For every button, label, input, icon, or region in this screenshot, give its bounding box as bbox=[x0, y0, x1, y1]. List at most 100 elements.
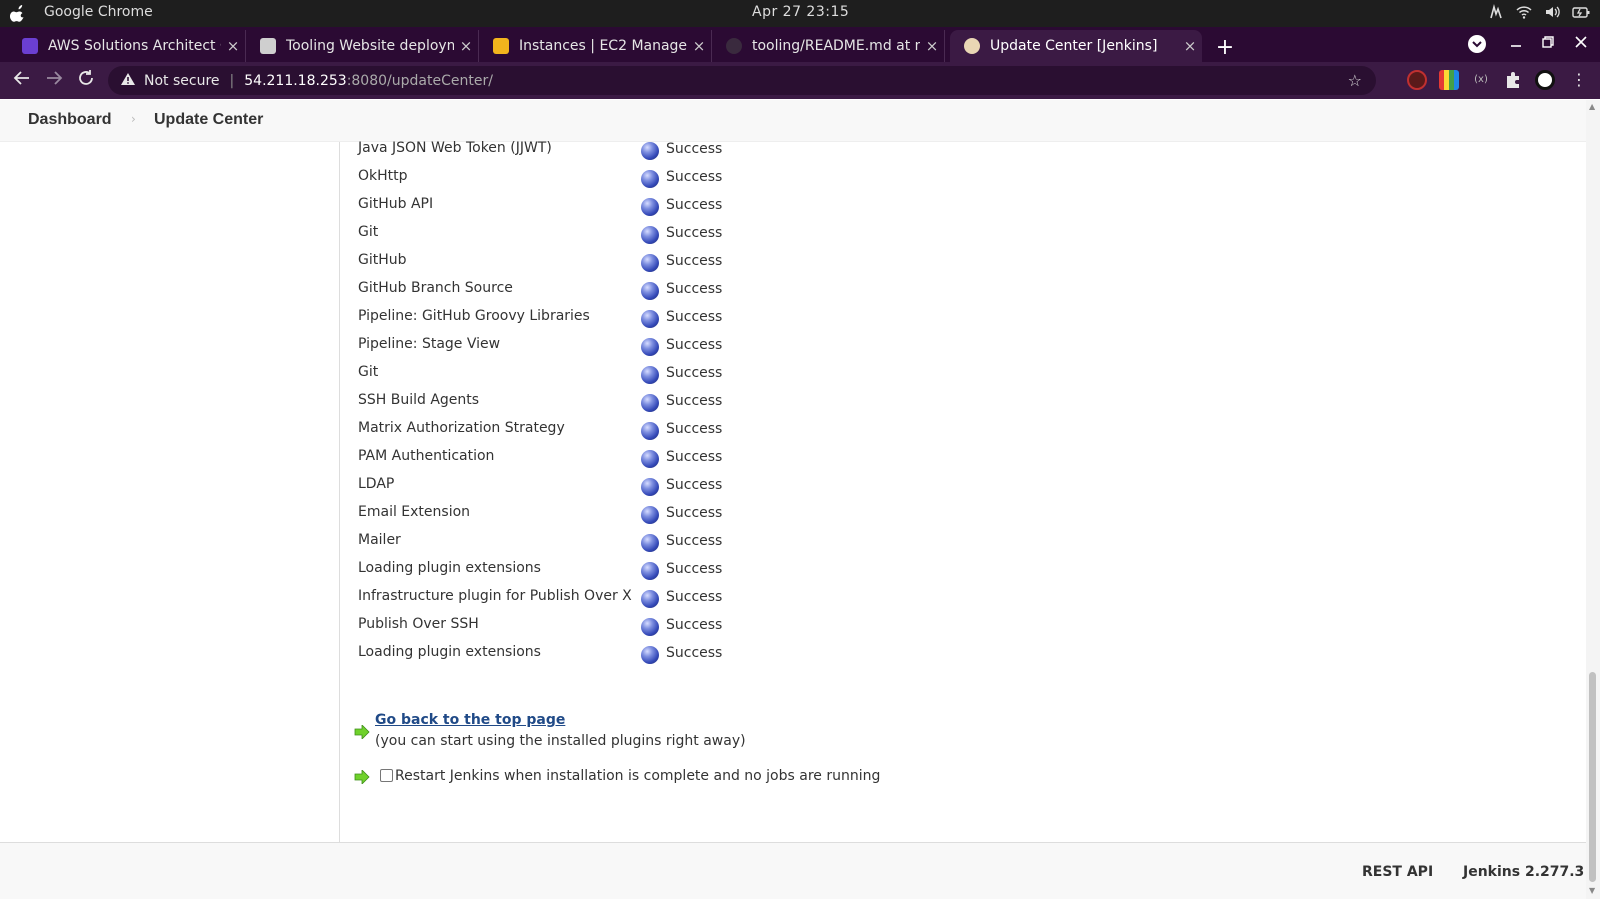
restart-jenkins-label[interactable]: Restart Jenkins when installation is com… bbox=[395, 768, 880, 784]
page-scrollbar[interactable]: ▲ ▼ bbox=[1586, 100, 1600, 899]
plugin-name: Git bbox=[358, 224, 379, 240]
plugin-status: Success bbox=[666, 253, 723, 269]
aws-course-favicon-icon bbox=[22, 38, 38, 54]
plugin-name: Infrastructure plugin for Publish Over X bbox=[358, 588, 632, 604]
breadcrumb-update-center[interactable]: Update Center bbox=[154, 111, 263, 129]
status-ball-icon bbox=[641, 450, 659, 468]
tab-github-readme[interactable]: tooling/README.md at m × bbox=[712, 30, 945, 62]
close-window-icon[interactable] bbox=[1575, 36, 1587, 52]
url-path: :8080/updateCenter/ bbox=[346, 72, 493, 89]
scrollbar-thumb[interactable] bbox=[1589, 672, 1596, 882]
close-tab-icon[interactable]: × bbox=[454, 37, 478, 55]
aws-cube-favicon-icon bbox=[493, 38, 509, 54]
plugin-status: Success bbox=[666, 197, 723, 213]
activity-icon[interactable] bbox=[1488, 4, 1504, 20]
status-ball-icon bbox=[641, 478, 659, 496]
tab-title: Update Center [Jenkins] bbox=[990, 38, 1158, 54]
volume-icon[interactable] bbox=[1544, 4, 1560, 20]
plugin-status: Success bbox=[666, 533, 723, 549]
go-back-top-page-link[interactable]: Go back to the top page bbox=[375, 712, 565, 728]
restart-jenkins-checkbox[interactable] bbox=[380, 769, 393, 782]
not-secure-warning-icon[interactable] bbox=[120, 72, 136, 90]
top-page-hint: (you can start using the installed plugi… bbox=[375, 733, 746, 749]
plugin-status: Success bbox=[666, 393, 723, 409]
apple-icon[interactable] bbox=[10, 5, 26, 22]
jenkins-version-link[interactable]: Jenkins 2.277.3 bbox=[1463, 864, 1584, 880]
plugin-name: Mailer bbox=[358, 532, 401, 548]
status-ball-icon bbox=[641, 590, 659, 608]
status-ball-icon bbox=[641, 310, 659, 328]
plugin-status: Success bbox=[666, 141, 723, 157]
scroll-up-arrow-icon[interactable]: ▲ bbox=[1589, 102, 1595, 111]
restore-window-icon[interactable] bbox=[1542, 36, 1554, 52]
address-divider: | bbox=[229, 72, 235, 89]
address-bar[interactable]: Not secure | 54.211.18.253 :8080/updateC… bbox=[108, 66, 1376, 95]
browser-menu-icon[interactable]: ⋮ bbox=[1569, 70, 1589, 90]
plugin-status: Success bbox=[666, 561, 723, 577]
extension-color-icon[interactable] bbox=[1439, 70, 1459, 90]
tab-update-center-jenkins[interactable]: Update Center [Jenkins] × bbox=[950, 30, 1202, 62]
clock[interactable]: Apr 27 23:15 bbox=[752, 4, 849, 20]
battery-icon[interactable] bbox=[1572, 4, 1590, 20]
minimize-window-icon[interactable] bbox=[1510, 36, 1522, 52]
plugin-row: Loading plugin extensions Success bbox=[358, 644, 778, 672]
breadcrumb-dashboard[interactable]: Dashboard bbox=[28, 111, 112, 129]
close-tab-icon[interactable]: × bbox=[221, 37, 245, 55]
plugin-row: Pipeline: GitHub Groovy Libraries Succes… bbox=[358, 308, 778, 336]
plugin-name: Git bbox=[358, 364, 379, 380]
tab-title: Tooling Website deploym bbox=[286, 38, 454, 54]
status-ball-icon bbox=[641, 394, 659, 412]
tab-title: tooling/README.md at m bbox=[752, 38, 920, 54]
plugin-status: Success bbox=[666, 449, 723, 465]
bookmark-star-icon[interactable]: ☆ bbox=[1348, 71, 1362, 90]
side-panel bbox=[0, 142, 340, 842]
tab-ec2-instances[interactable]: Instances | EC2 Managem × bbox=[479, 30, 712, 62]
tab-search-icon[interactable] bbox=[1467, 34, 1487, 58]
close-tab-icon[interactable]: × bbox=[1178, 37, 1202, 55]
plugin-name: Pipeline: GitHub Groovy Libraries bbox=[358, 308, 590, 324]
plugin-name: SSH Build Agents bbox=[358, 392, 480, 408]
plugin-row: Infrastructure plugin for Publish Over X… bbox=[358, 588, 778, 616]
status-ball-icon bbox=[641, 254, 659, 272]
new-tab-plus-icon[interactable]: + bbox=[1211, 35, 1239, 63]
plugin-status: Success bbox=[666, 645, 723, 661]
plugin-name: Pipeline: Stage View bbox=[358, 336, 501, 352]
close-tab-icon[interactable]: × bbox=[920, 37, 944, 55]
green-arrow-icon bbox=[354, 769, 370, 785]
plugin-row: OkHttp Success bbox=[358, 168, 778, 196]
plugin-row: Git Success bbox=[358, 224, 778, 252]
wifi-icon[interactable] bbox=[1516, 4, 1532, 20]
tab-title: Instances | EC2 Managem bbox=[519, 38, 687, 54]
plugin-row: GitHub Branch Source Success bbox=[358, 280, 778, 308]
status-ball-icon bbox=[641, 142, 659, 160]
plugin-row: Email Extension Success bbox=[358, 504, 778, 532]
security-label[interactable]: Not secure bbox=[144, 73, 220, 89]
extension-brackets-icon[interactable]: (x) bbox=[1471, 70, 1491, 90]
plugin-status: Success bbox=[666, 589, 723, 605]
status-ball-icon bbox=[641, 534, 659, 552]
plugin-row: Pipeline: Stage View Success bbox=[358, 336, 778, 364]
reload-icon[interactable] bbox=[74, 69, 98, 93]
active-app-name[interactable]: Google Chrome bbox=[44, 4, 153, 20]
plugin-name: Loading plugin extensions bbox=[358, 560, 541, 576]
profile-avatar[interactable] bbox=[1535, 70, 1555, 90]
plugin-row: LDAP Success bbox=[358, 476, 778, 504]
extension-block-icon[interactable] bbox=[1407, 70, 1427, 90]
back-arrow-icon[interactable] bbox=[10, 69, 34, 93]
extensions-puzzle-icon[interactable] bbox=[1503, 70, 1523, 90]
status-ball-icon bbox=[641, 506, 659, 524]
plugin-name: GitHub API bbox=[358, 196, 434, 212]
plugin-row: Git Success bbox=[358, 364, 778, 392]
system-tray[interactable] bbox=[1488, 4, 1590, 20]
rest-api-link[interactable]: REST API bbox=[1362, 864, 1433, 880]
plugin-name: Matrix Authorization Strategy bbox=[358, 420, 565, 436]
scroll-down-arrow-icon[interactable]: ▼ bbox=[1589, 886, 1595, 895]
forward-arrow-icon[interactable] bbox=[42, 69, 66, 93]
tab-tooling-website[interactable]: Tooling Website deploym × bbox=[246, 30, 479, 62]
breadcrumb-chevron-icon[interactable]: › bbox=[131, 112, 136, 126]
plugin-status: Success bbox=[666, 225, 723, 241]
close-tab-icon[interactable]: × bbox=[687, 37, 711, 55]
tab-aws-solutions[interactable]: AWS Solutions Architect C × bbox=[8, 30, 246, 62]
os-top-bar: Google Chrome Apr 27 23:15 bbox=[0, 0, 1600, 27]
plugin-name: Email Extension bbox=[358, 504, 471, 520]
